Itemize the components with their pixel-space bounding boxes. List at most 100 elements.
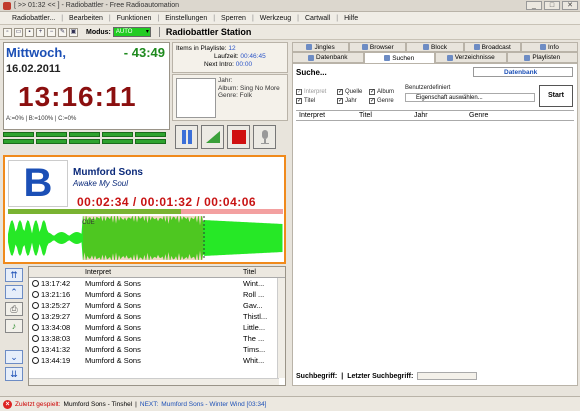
row-title: Roll ... bbox=[243, 290, 265, 299]
error-icon: × bbox=[3, 399, 12, 409]
playlist-hscrollbar[interactable] bbox=[29, 378, 279, 385]
check-album[interactable]: ✓ Album bbox=[369, 89, 394, 95]
table-row[interactable]: 13:29:27 Mumford & Sons Thistl... bbox=[29, 311, 285, 322]
source-select[interactable]: Datenbank bbox=[473, 67, 573, 77]
move-down-icon[interactable]: ⌄ bbox=[5, 350, 23, 364]
table-row[interactable]: 13:38:03 Mumford & Sons The ... bbox=[29, 333, 285, 344]
check-titel[interactable]: ✓ Titel bbox=[296, 98, 315, 104]
row-title: Little... bbox=[243, 323, 266, 332]
check-label: Album bbox=[377, 89, 395, 95]
col-interpret[interactable]: Interpret bbox=[296, 111, 356, 120]
laufzeit-label: Laufzeit: bbox=[214, 53, 239, 60]
tab-broadcast[interactable]: Broadcast bbox=[463, 42, 521, 52]
col-jahr[interactable]: Jahr bbox=[411, 111, 466, 120]
laufzeit-value: 00:46:45 bbox=[240, 53, 266, 60]
volume-ramp-icon bbox=[205, 131, 220, 143]
played-value: Mumford Sons - Tinshel bbox=[63, 400, 133, 408]
minimize-button[interactable]: _ bbox=[526, 1, 542, 10]
modus-select[interactable]: AUTO bbox=[112, 27, 151, 37]
table-row[interactable]: 13:44:19 Mumford & Sons Whit... bbox=[29, 355, 285, 366]
add-icon[interactable]: + bbox=[36, 27, 45, 37]
stop-button[interactable] bbox=[227, 125, 250, 149]
menu-werkzeug[interactable]: Werkzeug bbox=[254, 15, 297, 22]
open-folder-icon[interactable]: ▭ bbox=[14, 27, 23, 37]
close-button[interactable]: ✕ bbox=[562, 1, 578, 10]
property-select[interactable]: Eigenschaft auswählen... bbox=[405, 93, 535, 102]
remove-icon[interactable]: − bbox=[47, 27, 56, 37]
check-interpret[interactable]: ✓ Interpret bbox=[296, 89, 326, 95]
jingles-icon bbox=[306, 44, 313, 50]
tab-block[interactable]: Block bbox=[406, 42, 464, 52]
col-titel-header[interactable]: Titel bbox=[241, 267, 277, 277]
move-bottom-icon[interactable]: ⇊ bbox=[5, 367, 23, 381]
row-time: 13:44:19 bbox=[29, 355, 81, 366]
table-row[interactable]: 13:34:08 Mumford & Sons Little... bbox=[29, 322, 285, 333]
tab-browser[interactable]: Browser bbox=[349, 42, 407, 52]
tab-jingles[interactable]: Jingles bbox=[292, 42, 350, 52]
menu-einstellungen[interactable]: Einstellungen bbox=[159, 15, 213, 22]
pause-icon bbox=[181, 130, 192, 144]
maximize-button[interactable]: □ bbox=[544, 1, 560, 10]
time-text: 13:44:19 bbox=[41, 356, 71, 365]
tab-datenbank[interactable]: Datenbank bbox=[292, 52, 364, 63]
tab-playlisten[interactable]: Playlisten bbox=[506, 52, 578, 63]
row-title: The ... bbox=[243, 334, 265, 343]
col-genre[interactable]: Genre bbox=[466, 111, 526, 120]
menu-hilfe[interactable]: Hilfe bbox=[338, 15, 364, 22]
player-controls bbox=[172, 122, 288, 152]
check-label: Interpret bbox=[304, 89, 327, 95]
check-label: Quelle bbox=[345, 89, 363, 95]
menu-radiobattler[interactable]: Radiobattler... bbox=[6, 15, 61, 22]
tab-suchen[interactable]: Suchen bbox=[363, 52, 435, 63]
progress-bar[interactable] bbox=[8, 209, 283, 214]
new-file-icon[interactable]: ▫ bbox=[3, 27, 12, 37]
footer-separator: | bbox=[341, 372, 344, 380]
level-led bbox=[135, 139, 166, 144]
move-top-icon[interactable]: ⇈ bbox=[5, 268, 23, 282]
next-value: Mumford Sons - Winter Wind [03:34] bbox=[161, 400, 267, 408]
check-genre[interactable]: ✓ Genre bbox=[369, 98, 394, 104]
played-region bbox=[83, 216, 203, 260]
playlist-scrollbar[interactable] bbox=[277, 278, 285, 378]
move-up-icon[interactable]: ⌃ bbox=[5, 285, 23, 299]
table-row[interactable]: 13:17:42 Mumford & Sons Wint... bbox=[29, 278, 285, 289]
tab-info[interactable]: Info bbox=[520, 42, 579, 52]
music-note-icon[interactable]: ♪ bbox=[5, 319, 23, 333]
print-icon[interactable]: ⎙ bbox=[5, 302, 23, 316]
time-text: 13:38:03 bbox=[41, 334, 71, 343]
check-quelle[interactable]: ✓ Quelle bbox=[337, 89, 362, 95]
menu-bearbeiten[interactable]: Bearbeiten bbox=[63, 15, 109, 22]
col-interpret-header[interactable]: Interpret bbox=[81, 267, 241, 277]
title-bar: [ >> 01:32 << ] - Radiobattler - Free Ra… bbox=[0, 0, 580, 12]
search-term-field[interactable] bbox=[417, 372, 478, 380]
table-row[interactable]: 13:25:27 Mumford & Sons Gav... bbox=[29, 300, 285, 311]
track-jahr: Jahr: bbox=[218, 77, 233, 84]
table-row[interactable]: 13:41:32 Mumford & Sons Tims... bbox=[29, 344, 285, 355]
menu-sperren[interactable]: Sperren bbox=[215, 15, 252, 22]
check-jahr[interactable]: ✓ Jahr bbox=[337, 98, 357, 104]
window-icon[interactable]: ▣ bbox=[69, 27, 78, 37]
weekday: Mittwoch, bbox=[6, 45, 66, 60]
level-led bbox=[102, 139, 133, 144]
items-label: Items in Playliste: bbox=[176, 45, 227, 52]
time-text: 13:41:32 bbox=[41, 345, 71, 354]
level-led bbox=[36, 139, 67, 144]
row-title: Thistl... bbox=[243, 312, 268, 321]
row-time: 13:41:32 bbox=[29, 344, 81, 355]
microphone-button[interactable] bbox=[253, 125, 276, 149]
menu-funktionen[interactable]: Funktionen bbox=[111, 15, 158, 22]
table-row[interactable]: 13:21:16 Mumford & Sons Roll ... bbox=[29, 289, 285, 300]
col-titel[interactable]: Titel bbox=[356, 111, 411, 120]
pause-button[interactable] bbox=[175, 125, 198, 149]
col-time-header[interactable] bbox=[29, 267, 81, 277]
waveform[interactable]: CUE bbox=[8, 216, 283, 260]
menu-cartwall[interactable]: Cartwall bbox=[299, 15, 336, 22]
stop-icon bbox=[231, 130, 246, 144]
fade-button[interactable] bbox=[201, 125, 224, 149]
browser-icon bbox=[361, 44, 368, 50]
save-icon[interactable]: ▪ bbox=[25, 27, 34, 37]
tab-verzeichnisse[interactable]: Verzeichnisse bbox=[435, 52, 507, 63]
row-artist: Mumford & Sons bbox=[85, 334, 141, 343]
start-button[interactable]: Start bbox=[539, 85, 573, 107]
edit-icon[interactable]: ✎ bbox=[58, 27, 67, 37]
